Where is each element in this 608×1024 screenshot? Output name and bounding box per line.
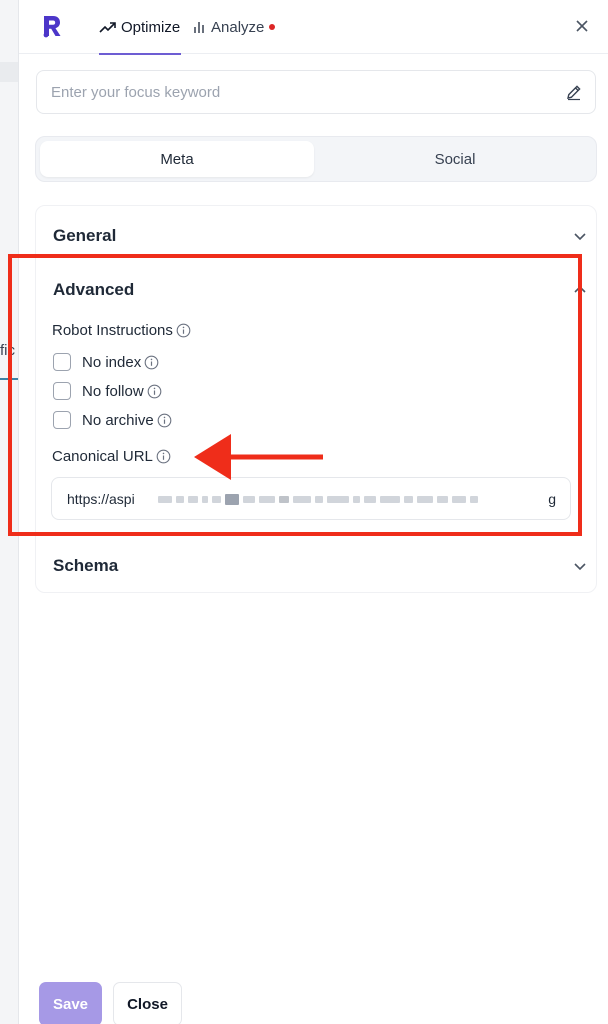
active-tab-indicator — [99, 53, 181, 55]
accordion-schema-header[interactable]: Schema — [36, 538, 596, 594]
focus-keyword-field — [36, 70, 596, 114]
tab-optimize-label: Optimize — [121, 18, 181, 36]
panel-footer: Save Close — [19, 970, 608, 1024]
segment-meta[interactable]: Meta — [40, 141, 314, 177]
alert-dot — [269, 24, 276, 30]
annotation-arrow-icon — [194, 434, 323, 480]
save-button[interactable]: Save — [39, 982, 102, 1024]
tab-analyze[interactable]: Analyze — [193, 0, 276, 54]
segment-social[interactable]: Social — [318, 141, 592, 177]
pencil-icon[interactable] — [565, 83, 583, 101]
accordion-general-title: General — [53, 226, 117, 245]
tab-optimize[interactable]: Optimize — [99, 0, 181, 55]
meta-social-toggle: Meta Social — [35, 136, 597, 182]
focus-keyword-input[interactable] — [37, 71, 537, 113]
close-button[interactable]: Close — [113, 982, 182, 1024]
chevron-down-icon — [574, 233, 586, 241]
chevron-down-icon — [574, 563, 586, 571]
tab-analyze-label: Analyze — [211, 18, 265, 36]
r-logo-icon — [43, 16, 61, 38]
trending-up-icon — [99, 22, 116, 33]
background-bar — [0, 62, 18, 82]
panel-header: Optimize Analyze — [19, 0, 608, 55]
bar-chart-icon — [194, 22, 204, 33]
accordion-schema-title: Schema — [53, 556, 119, 575]
close-icon[interactable] — [573, 17, 591, 35]
annotation-highlight-box — [8, 254, 582, 536]
